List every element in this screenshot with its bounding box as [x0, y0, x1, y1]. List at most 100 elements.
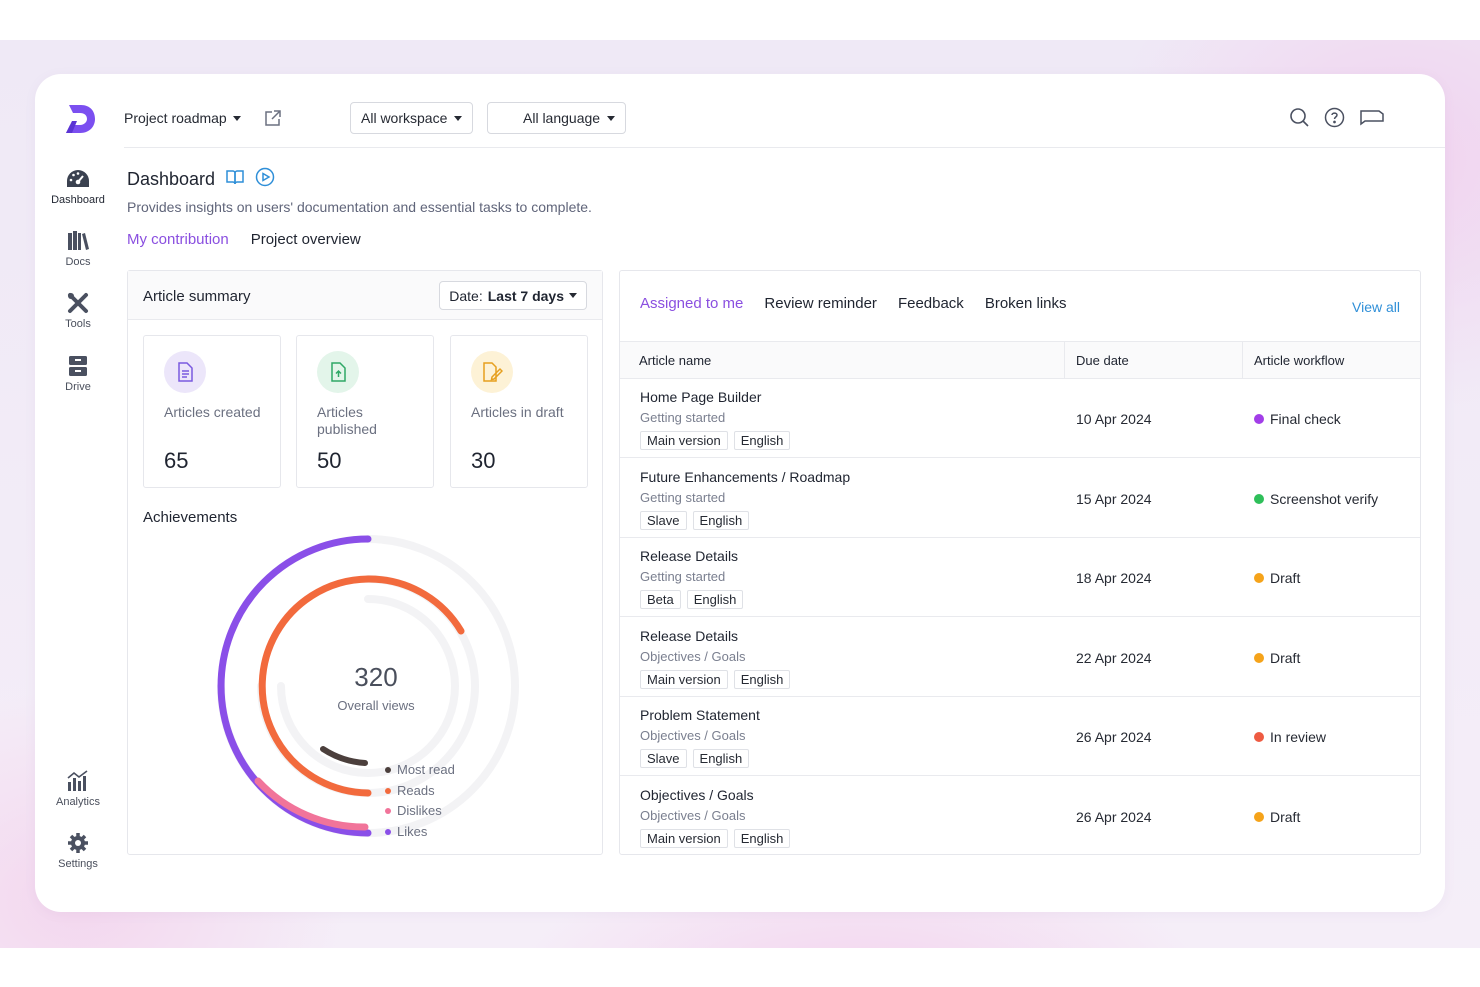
article-category: Objectives / Goals [640, 808, 746, 823]
table-row[interactable]: Home Page Builder Getting started Main v… [620, 379, 1420, 458]
tag-chip: English [734, 829, 791, 848]
chevron-down-icon [569, 293, 577, 298]
sidebar-item-docs[interactable]: Docs [41, 230, 115, 268]
table-row[interactable]: Problem Statement Objectives / Goals Sla… [620, 697, 1420, 776]
column-due-date[interactable]: Due date [1065, 342, 1243, 378]
status-dot [1254, 653, 1264, 663]
total-views-value: 320 [354, 662, 397, 692]
view-all-link[interactable]: View all [1352, 299, 1400, 315]
language-select[interactable]: All language [487, 102, 626, 134]
task-tabs: Assigned to me Review reminder Feedback … [640, 295, 1067, 312]
legend-item: Likes [385, 822, 455, 843]
main-tabs: My contribution Project overview [127, 231, 361, 248]
sidebar-item-settings[interactable]: Settings [41, 832, 115, 870]
table-row[interactable]: Release Details Getting started BetaEngl… [620, 538, 1420, 617]
sidebar-item-drive[interactable]: Drive [41, 355, 115, 393]
tab-broken-links[interactable]: Broken links [985, 295, 1067, 312]
stat-articles-created: Articles created 65 [143, 335, 281, 488]
legend-item: Most read [385, 760, 455, 781]
due-date: 10 Apr 2024 [1076, 411, 1152, 427]
workflow-status: Draft [1254, 650, 1300, 666]
legend-item: Dislikes [385, 801, 455, 822]
book-icon[interactable] [225, 168, 245, 191]
article-category: Getting started [640, 410, 725, 425]
column-article-name[interactable]: Article name [628, 342, 1065, 378]
workspace-select[interactable]: All workspace [350, 102, 473, 134]
search-icon[interactable] [1289, 107, 1310, 133]
workflow-status: Screenshot verify [1254, 491, 1378, 507]
tag-chip: Main version [640, 431, 728, 450]
workflow-label: Final check [1270, 411, 1341, 427]
tab-my-contribution[interactable]: My contribution [127, 231, 229, 248]
stat-articles-published: Articles published 50 [296, 335, 434, 488]
sidebar-item-tools[interactable]: Tools [41, 292, 115, 330]
tab-assigned-to-me[interactable]: Assigned to me [640, 295, 743, 312]
page-title-text: Dashboard [127, 169, 215, 190]
workflow-label: In review [1270, 729, 1326, 745]
date-range-select[interactable]: Date: Last 7 days [439, 281, 587, 310]
edit-file-icon [471, 351, 513, 393]
play-circle-icon[interactable] [255, 167, 275, 192]
workflow-label: Draft [1270, 570, 1300, 586]
article-category: Objectives / Goals [640, 649, 746, 664]
stat-label: Articles in draft [471, 404, 571, 421]
article-tags: Main versionEnglish [640, 670, 790, 689]
tab-feedback[interactable]: Feedback [898, 295, 964, 312]
table-row[interactable]: Future Enhancements / Roadmap Getting st… [620, 459, 1420, 538]
tag-chip: Main version [640, 829, 728, 848]
stat-articles-in-draft: Articles in draft 30 [450, 335, 588, 488]
status-dot [1254, 494, 1264, 504]
article-tags: SlaveEnglish [640, 511, 749, 530]
article-name[interactable]: Problem Statement [640, 707, 760, 723]
table-row[interactable]: Objectives / Goals Objectives / Goals Ma… [620, 777, 1420, 856]
help-icon[interactable] [1324, 107, 1345, 133]
article-name[interactable]: Home Page Builder [640, 389, 761, 405]
column-article-workflow[interactable]: Article workflow [1243, 342, 1421, 378]
article-name[interactable]: Release Details [640, 628, 738, 644]
tag-chip: Slave [640, 511, 687, 530]
article-name[interactable]: Future Enhancements / Roadmap [640, 469, 850, 485]
article-name[interactable]: Objectives / Goals [640, 787, 754, 803]
sidebar-item-analytics[interactable]: Analytics [41, 770, 115, 808]
sidebar-item-dashboard[interactable]: Dashboard [41, 168, 115, 206]
external-link-icon[interactable] [264, 109, 282, 132]
announcement-icon[interactable] [1359, 107, 1385, 133]
table-header: Article name Due date Article workflow [620, 341, 1420, 379]
tab-review-reminder[interactable]: Review reminder [764, 295, 877, 312]
due-date: 18 Apr 2024 [1076, 570, 1152, 586]
tools-icon [66, 292, 90, 314]
achievements-title: Achievements [143, 509, 237, 526]
legend-item: Reads [385, 781, 455, 802]
due-date: 26 Apr 2024 [1076, 729, 1152, 745]
app-logo[interactable] [63, 102, 97, 136]
page-title: Dashboard [127, 167, 275, 192]
gear-icon [66, 832, 90, 854]
stat-label: Articles published [317, 404, 417, 438]
achievements-radial-chart: 320 Overall views [213, 531, 523, 841]
tasks-panel: Assigned to me Review reminder Feedback … [619, 270, 1421, 855]
tab-project-overview[interactable]: Project overview [251, 231, 361, 248]
chevron-down-icon [607, 116, 615, 121]
total-views-label: Overall views [337, 698, 415, 713]
sidebar-item-label: Tools [65, 318, 91, 330]
status-dot [1254, 573, 1264, 583]
due-date: 22 Apr 2024 [1076, 650, 1152, 666]
dashboard-icon [65, 168, 91, 190]
app-window: Dashboard Docs Tools Drive Analytics Set… [35, 74, 1445, 912]
page-subtitle: Provides insights on users' documentatio… [127, 199, 592, 215]
workflow-status: Draft [1254, 570, 1300, 586]
article-name[interactable]: Release Details [640, 548, 738, 564]
table-row[interactable]: Release Details Objectives / Goals Main … [620, 618, 1420, 697]
workflow-label: Draft [1270, 650, 1300, 666]
top-bar: Project roadmap All workspace All langua… [124, 100, 1445, 148]
due-date: 15 Apr 2024 [1076, 491, 1152, 507]
stat-value: 50 [317, 448, 341, 474]
chevron-down-icon [233, 116, 241, 121]
status-dot [1254, 812, 1264, 822]
sidebar-item-label: Docs [65, 256, 90, 268]
drive-icon [66, 355, 90, 377]
status-dot [1254, 732, 1264, 742]
project-selector[interactable]: Project roadmap [124, 110, 241, 126]
tag-chip: Beta [640, 590, 681, 609]
article-category: Objectives / Goals [640, 728, 746, 743]
